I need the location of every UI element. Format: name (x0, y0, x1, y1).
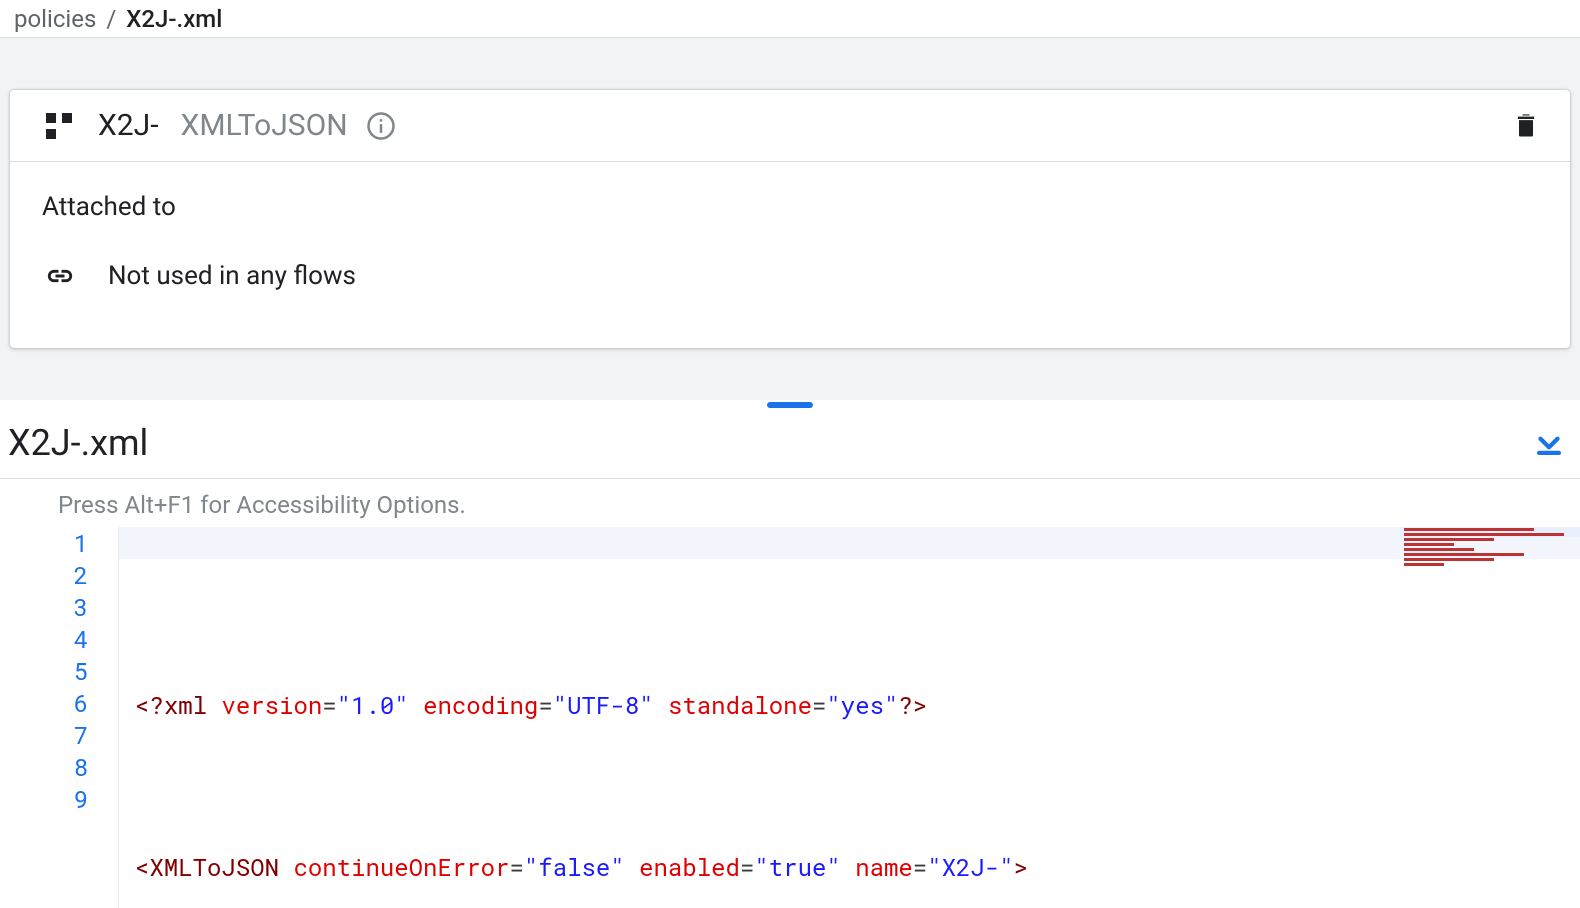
current-line-highlight (119, 527, 1580, 559)
line-number: 8 (0, 751, 88, 783)
code-line[interactable]: <?xml version="1.0" encoding="UTF-8" sta… (135, 689, 1580, 721)
attached-to-label: Attached to (42, 192, 1540, 222)
policy-card-header: X2J- XMLToJSON (10, 90, 1570, 162)
code-editor[interactable]: Press Alt+F1 for Accessibility Options. … (0, 479, 1580, 908)
line-number: 2 (0, 559, 88, 591)
line-number: 7 (0, 719, 88, 751)
flow-usage-text: Not used in any flows (108, 261, 356, 291)
policy-section: X2J- XMLToJSON Attached to (0, 38, 1580, 400)
panel-resize-handle-wrap (0, 400, 1580, 412)
breadcrumb-current: X2J-.xml (126, 5, 222, 33)
line-number: 9 (0, 783, 88, 815)
breadcrumb-separator: / (106, 5, 116, 33)
collapse-editor-icon[interactable] (1532, 426, 1566, 460)
policy-type-icon (42, 109, 76, 143)
policy-name: X2J- (98, 108, 159, 143)
link-icon (42, 258, 78, 294)
line-number: 4 (0, 623, 88, 655)
policy-card: X2J- XMLToJSON Attached to (10, 90, 1570, 348)
editor-a11y-hint: Press Alt+F1 for Accessibility Options. (0, 479, 1580, 527)
editor-minimap[interactable] (1400, 527, 1580, 647)
line-gutter: 1 2 3 4 5 6 7 8 9 (0, 527, 118, 908)
code-content[interactable]: <?xml version="1.0" encoding="UTF-8" sta… (118, 527, 1580, 908)
editor-filename: X2J-.xml (8, 422, 148, 464)
policy-card-body: Attached to Not used in any flows (10, 162, 1570, 348)
panel-resize-handle[interactable] (767, 402, 813, 408)
policy-type-label: XMLToJSON (181, 108, 348, 143)
line-number: 6 (0, 687, 88, 719)
editor-filebar: X2J-.xml (0, 412, 1580, 479)
flow-usage-row: Not used in any flows (42, 258, 1540, 294)
info-icon[interactable] (366, 111, 396, 141)
line-number: 1 (0, 527, 88, 559)
line-number: 3 (0, 591, 88, 623)
breadcrumb-parent[interactable]: policies (14, 5, 96, 33)
line-number: 5 (0, 655, 88, 687)
breadcrumb: policies / X2J-.xml (0, 0, 1580, 38)
code-line[interactable]: <XMLToJSON continueOnError="false" enabl… (135, 851, 1580, 883)
delete-icon[interactable] (1512, 112, 1540, 140)
